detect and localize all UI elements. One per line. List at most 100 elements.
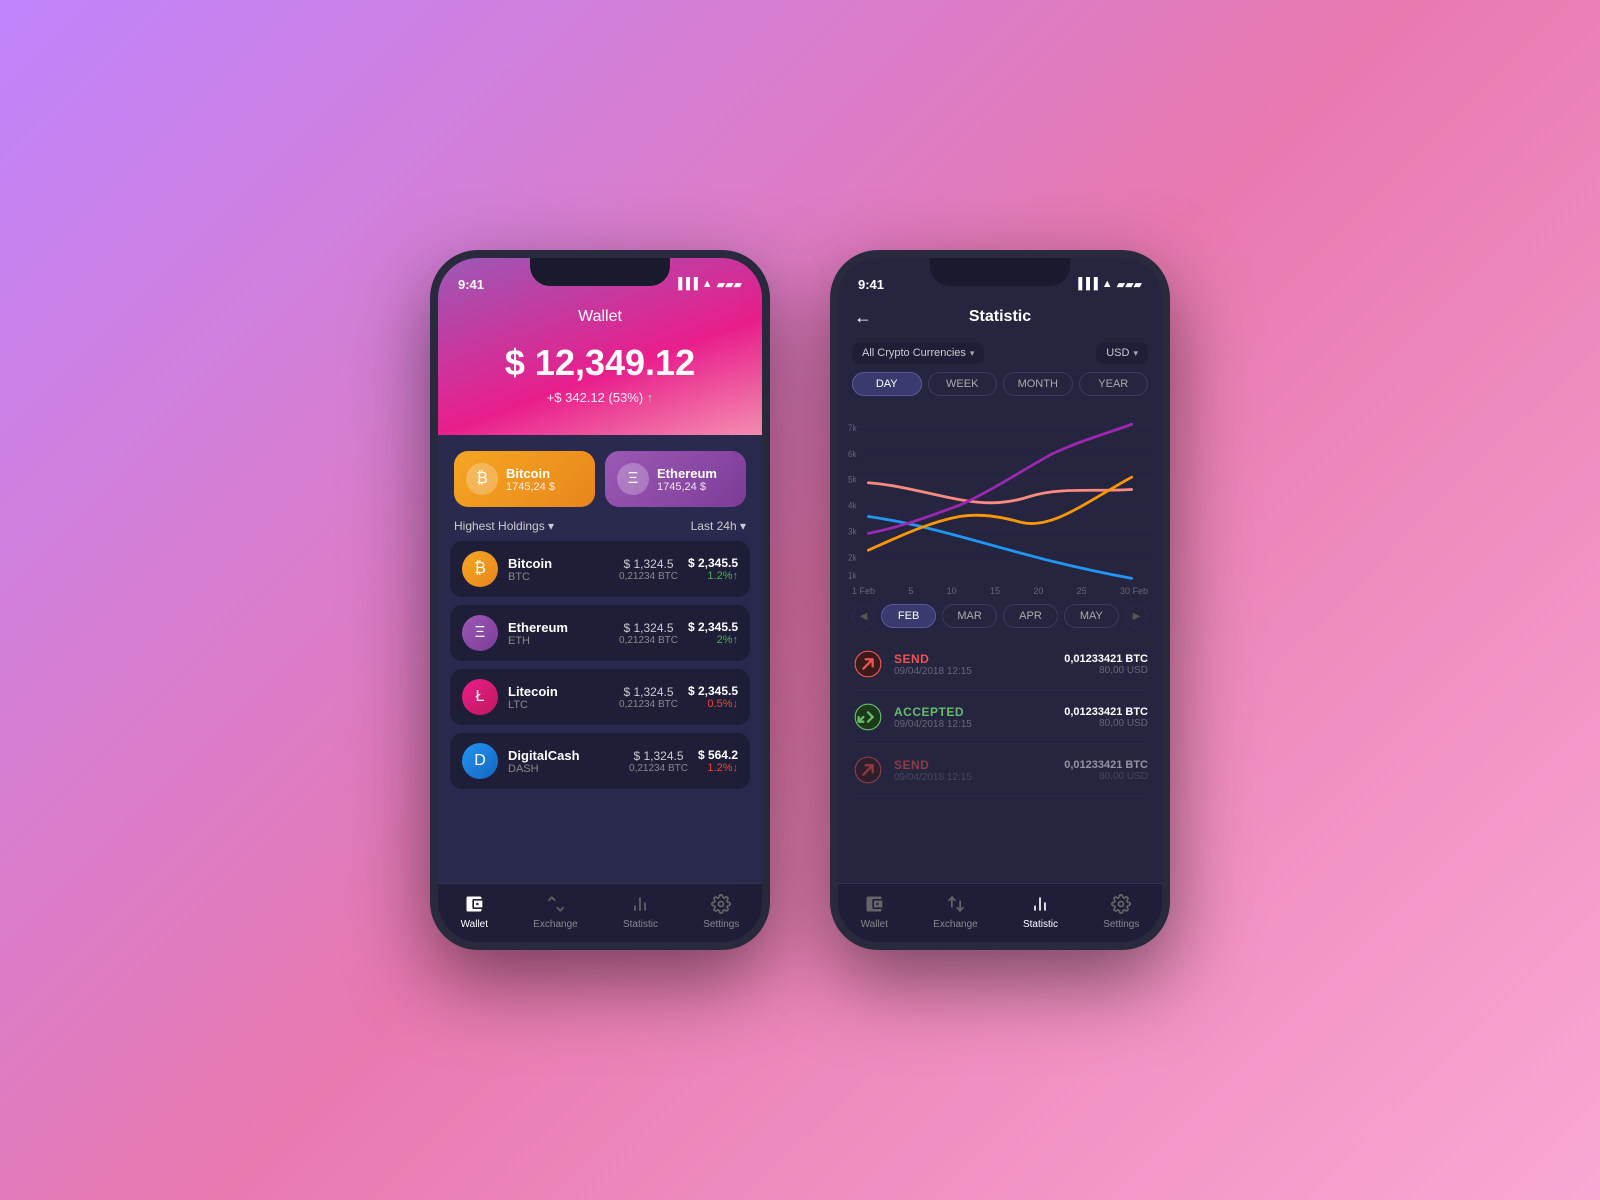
eth-icon: Ξ [617,463,649,495]
tx-row-2[interactable]: ACCEPTED 09/04/2018 12:15 0,01233421 BTC… [852,691,1148,744]
tx-type-3: SEND [894,758,1054,772]
coin-avatar-btc: ₿ [462,551,498,587]
svg-text:4k: 4k [848,500,857,511]
change-arrow: ↑ [647,390,654,405]
coin-sym-ltc: LTC [508,699,609,711]
holdings-period[interactable]: Last 24h ▾ [691,519,746,533]
svg-text:2k: 2k [848,552,857,563]
btc-card-name: Bitcoin [506,466,555,481]
settings-nav-icon-stat [1109,892,1133,916]
coin-name-eth: Ethereum [508,620,609,635]
crypto-card-btc[interactable]: ₿ Bitcoin 1745,24 $ [454,451,595,507]
prev-month-button[interactable]: ◀ [852,605,875,628]
chart-area: 7k 6k 5k 4k 3k 2k 1k [838,404,1162,584]
holdings-label[interactable]: Highest Holdings ▾ [454,519,554,533]
nav-statistic[interactable]: Statistic [623,892,658,930]
status-icons-stat: ▐▐▐ ▲ ▰▰▰ [1074,278,1142,291]
tab-feb[interactable]: FEB [881,604,936,628]
nav-statistic-stat[interactable]: Statistic [1023,892,1058,930]
coin-pct-eth: 2%↑ [688,634,738,646]
coin-avatar-ltc: Ł [462,679,498,715]
settings-nav-icon [709,892,733,916]
x-label-15: 15 [990,586,1000,596]
chevron-down-icon: ▾ [970,348,975,359]
stat-filters: All Crypto Currencies ▾ USD ▾ [838,338,1162,372]
coin-total-dash: $ 564.2 [698,748,738,762]
x-label-5: 5 [908,586,913,596]
coin-usd-ltc: $ 1,324.5 [619,685,678,699]
tx-btc-2: 0,01233421 BTC [1064,706,1148,718]
unit-filter[interactable]: USD ▾ [1096,342,1148,364]
svg-text:1k: 1k [848,570,857,581]
holdings-section: Highest Holdings ▾ Last 24h ▾ ₿ Bitcoin … [438,507,762,883]
nav-wallet-stat[interactable]: Wallet [861,892,888,930]
crypto-cards: ₿ Bitcoin 1745,24 $ Ξ Ethereum 1745,24 $ [438,435,762,507]
coin-usd-btc: $ 1,324.5 [619,557,678,571]
wallet-nav-icon-stat [862,892,886,916]
coin-row-btc[interactable]: ₿ Bitcoin BTC $ 1,324.5 0,21234 BTC $ 2,… [450,541,750,597]
tab-month[interactable]: MONTH [1003,372,1073,396]
tx-btc-1: 0,01233421 BTC [1064,653,1148,665]
tx-btc-3: 0,01233421 BTC [1064,759,1148,771]
tx-type-2: ACCEPTED [894,705,1054,719]
status-icons-wallet: ▐▐▐ ▲ ▰▰▰ [674,278,742,291]
status-time-stat: 9:41 [858,277,884,292]
coin-row-ltc[interactable]: Ł Litecoin LTC $ 1,324.5 0,21234 BTC $ 2… [450,669,750,725]
coin-row-dash[interactable]: D DigitalCash DASH $ 1,324.5 0,21234 BTC… [450,733,750,789]
coin-row-eth[interactable]: Ξ Ethereum ETH $ 1,324.5 0,21234 BTC $ 2… [450,605,750,661]
chart-x-labels: 1 Feb 5 10 15 20 25 30 Feb [838,584,1162,598]
bottom-nav-stat: Wallet Exchange Statistic Settings [838,883,1162,942]
wallet-balance: $ 12,349.12 [458,342,742,384]
svg-text:3k: 3k [848,526,857,537]
tx-usd-3: 80,00 USD [1064,771,1148,782]
signal-icon-stat: ▐▐▐ [1074,278,1097,290]
tx-row-3[interactable]: SEND 09/04/2018 12:15 0,01233421 BTC 80,… [852,744,1148,797]
tab-apr[interactable]: APR [1003,604,1058,628]
tx-date-2: 09/04/2018 12:15 [894,719,1054,730]
transactions-list: SEND 09/04/2018 12:15 0,01233421 BTC 80,… [838,634,1162,883]
signal-icon: ▐▐▐ [674,278,697,290]
eth-card-name: Ethereum [657,466,717,481]
x-label-30: 30 Feb [1120,586,1148,596]
battery-icon-stat: ▰▰▰ [1117,278,1142,291]
coin-pct-dash: 1.2%↓ [698,762,738,774]
tab-may[interactable]: MAY [1064,604,1119,628]
tab-week[interactable]: WEEK [928,372,998,396]
tab-year[interactable]: YEAR [1079,372,1149,396]
nav-settings-stat[interactable]: Settings [1103,892,1139,930]
wifi-icon-stat: ▲ [1102,278,1113,290]
nav-settings[interactable]: Settings [703,892,739,930]
send-icon-3 [852,754,884,786]
back-button[interactable]: ← [854,307,872,328]
exchange-nav-icon [544,892,568,916]
coin-btc-btc: 0,21234 BTC [619,571,678,582]
nav-exchange[interactable]: Exchange [533,892,577,930]
tab-day[interactable]: DAY [852,372,922,396]
next-month-button[interactable]: ▶ [1125,605,1148,628]
x-label-10: 10 [947,586,957,596]
tx-row-1[interactable]: SEND 09/04/2018 12:15 0,01233421 BTC 80,… [852,638,1148,691]
coin-avatar-dash: D [462,743,498,779]
svg-text:6k: 6k [848,448,857,459]
currency-filter[interactable]: All Crypto Currencies ▾ [852,342,984,364]
nav-wallet[interactable]: Wallet [461,892,488,930]
status-time-wallet: 9:41 [458,277,484,292]
wallet-title: Wallet [458,308,742,326]
eth-card-val: 1745,24 $ [657,481,717,493]
stat-title: Statistic [969,308,1031,326]
phone-wallet: 9:41 ▐▐▐ ▲ ▰▰▰ Wallet $ 12,349.12 +$ 342… [430,250,770,950]
exchange-nav-icon-stat [944,892,968,916]
coin-sym-eth: ETH [508,635,609,647]
coin-pct-btc: 1.2%↑ [688,570,738,582]
notch [530,258,670,286]
nav-exchange-stat[interactable]: Exchange [933,892,977,930]
nav-exchange-label: Exchange [533,919,577,930]
crypto-card-eth[interactable]: Ξ Ethereum 1745,24 $ [605,451,746,507]
coin-btc-dash: 0,21234 BTC [629,763,688,774]
phone-statistic: 9:41 ▐▐▐ ▲ ▰▰▰ ← Statistic All Crypto Cu… [830,250,1170,950]
btc-icon: ₿ [466,463,498,495]
tab-mar[interactable]: MAR [942,604,997,628]
btc-card-val: 1745,24 $ [506,481,555,493]
coin-usd-dash: $ 1,324.5 [629,749,688,763]
coin-avatar-eth: Ξ [462,615,498,651]
